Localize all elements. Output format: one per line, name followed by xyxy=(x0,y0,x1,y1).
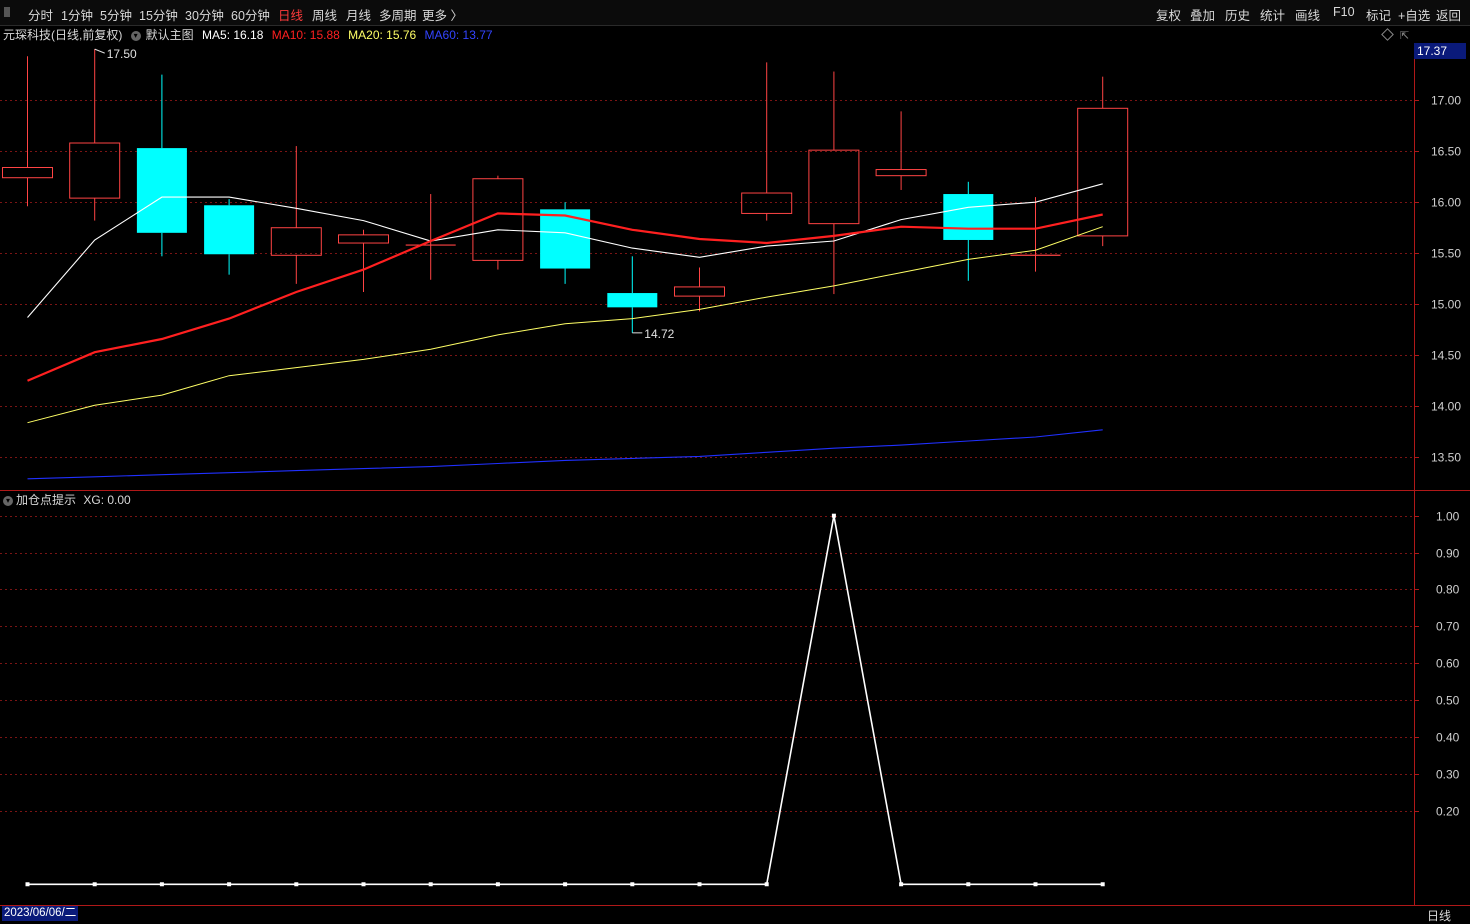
low-price-label: 14.72 xyxy=(644,327,674,341)
candle xyxy=(472,175,524,270)
xg-point xyxy=(159,882,164,887)
candle-body xyxy=(1077,107,1129,237)
candle-body xyxy=(808,149,860,225)
indicator-series xyxy=(25,513,1105,887)
y-tick-label: 0.50 xyxy=(1436,694,1460,708)
candle xyxy=(136,74,187,257)
candle xyxy=(1077,76,1129,247)
candle-body xyxy=(607,293,658,308)
candle xyxy=(808,71,860,295)
xg-value: XG: 0.00 xyxy=(83,493,131,507)
chevron-down-icon[interactable]: ▾ xyxy=(3,495,13,506)
y-tick-label: 0.70 xyxy=(1436,620,1460,634)
main-y-axis: 17.00 16.50 16.00 15.50 15.00 14.50 14.00 13.50 xyxy=(1414,94,1461,465)
cursor-date: 2023/06/06/二 xyxy=(2,906,79,921)
y-tick-label: 16.50 xyxy=(1431,145,1461,159)
indicator-grid xyxy=(0,516,1414,812)
candle-body xyxy=(2,167,53,179)
xg-point xyxy=(1033,882,1038,887)
candles xyxy=(2,49,1129,333)
xg-point xyxy=(361,882,366,887)
indicator-legend: ▾ 加仓点提示 XG: 0.00 xyxy=(3,491,131,508)
high-pointer xyxy=(94,48,105,54)
y-tick-label: 14.00 xyxy=(1431,400,1461,414)
xg-point xyxy=(428,882,433,887)
candle-body xyxy=(674,286,725,297)
candle-body xyxy=(943,194,994,240)
y-tick-label: 17.00 xyxy=(1431,94,1461,108)
xg-point xyxy=(764,882,769,887)
candle xyxy=(338,229,389,293)
y-tick-label: 14.50 xyxy=(1431,349,1461,363)
candle-body xyxy=(338,234,389,244)
candle xyxy=(875,111,927,190)
xg-point xyxy=(831,513,836,518)
candle xyxy=(270,146,322,284)
xg-point xyxy=(899,882,904,887)
xg-point xyxy=(92,882,97,887)
period-indicator: 日线 xyxy=(1427,909,1452,923)
candle xyxy=(741,62,793,221)
ma-line-ma60 xyxy=(27,429,1103,480)
candle-body xyxy=(69,142,121,199)
candle-body xyxy=(204,205,255,255)
y-tick-label: 0.80 xyxy=(1436,583,1460,597)
xg-point xyxy=(966,882,971,887)
xg-point xyxy=(697,882,702,887)
y-tick-label: 15.50 xyxy=(1431,247,1461,261)
kline-chart[interactable]: 17.00 16.50 16.00 15.50 15.00 14.50 14.00 13.50… xyxy=(0,0,1470,923)
candle xyxy=(405,194,456,280)
candle xyxy=(69,49,121,221)
y-tick-label: 13.50 xyxy=(1431,451,1461,465)
y-tick-label: 0.90 xyxy=(1436,547,1460,561)
candle-body xyxy=(136,148,187,233)
candle xyxy=(2,56,53,207)
candle xyxy=(607,256,658,333)
main-grid xyxy=(0,100,1414,458)
candle-body xyxy=(875,169,927,177)
candle xyxy=(204,199,255,275)
y-tick-label: 0.30 xyxy=(1436,768,1460,782)
y-tick-label: 15.00 xyxy=(1431,298,1461,312)
xg-point xyxy=(1100,882,1105,887)
candle xyxy=(1010,197,1061,272)
y-tick-label: 0.20 xyxy=(1436,805,1460,819)
xg-point xyxy=(630,882,635,887)
candle-body xyxy=(270,227,322,256)
indicator-y-axis: 1.00 0.90 0.80 0.70 0.60 0.50 0.40 0.30 0.20 xyxy=(1414,510,1460,819)
xg-point xyxy=(563,882,568,887)
y-tick-label: 0.60 xyxy=(1436,657,1460,671)
y-tick-label: 1.00 xyxy=(1436,510,1460,524)
y-tick-label: 0.40 xyxy=(1436,731,1460,745)
indicator-name[interactable]: 加仓点提示 xyxy=(16,493,76,507)
high-price-label: 17.50 xyxy=(107,47,137,61)
current-price-tag: 17.37 xyxy=(1414,43,1466,59)
xg-point xyxy=(25,882,30,887)
candle xyxy=(943,181,994,281)
xg-point xyxy=(227,882,232,887)
candle-body xyxy=(741,192,793,214)
y-tick-label: 16.00 xyxy=(1431,196,1461,210)
xg-point xyxy=(294,882,299,887)
xg-point xyxy=(495,882,500,887)
